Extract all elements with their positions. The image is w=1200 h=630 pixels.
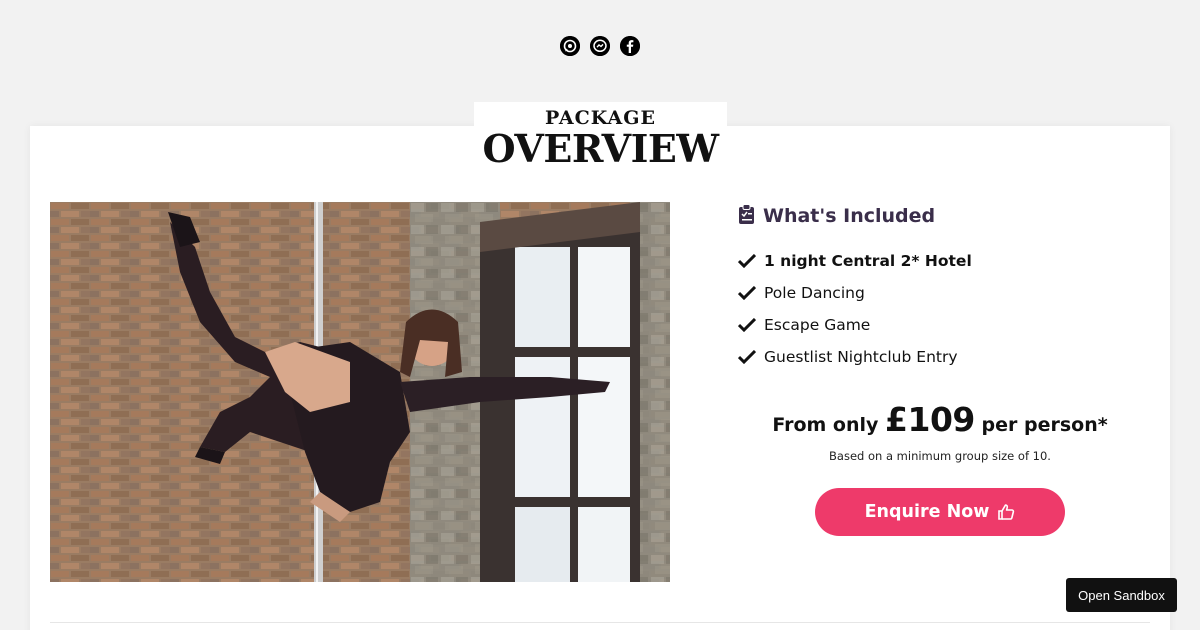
check-icon (738, 350, 756, 364)
check-icon (738, 286, 756, 300)
list-item-label: Guestlist Nightclub Entry (764, 348, 958, 366)
check-icon (738, 318, 756, 332)
enquire-now-button[interactable]: Enquire Now (815, 488, 1065, 536)
price-amount: £109 (885, 400, 975, 439)
package-photo (50, 202, 670, 582)
list-item: 1 night Central 2* Hotel (738, 245, 1138, 277)
price-note: Based on a minimum group size of 10. (829, 449, 1051, 463)
price-prefix: From only (772, 414, 879, 436)
list-item: Pole Dancing (738, 277, 1138, 309)
included-heading: What's Included (738, 203, 1138, 229)
price-line: From only £109 per person* (740, 400, 1140, 439)
included-list: 1 night Central 2* Hotel Pole Dancing Es… (738, 245, 1138, 373)
check-icon (738, 254, 756, 268)
list-item-label: Escape Game (764, 316, 871, 334)
social-share-bar (0, 36, 1200, 56)
included-heading-text: What's Included (763, 205, 936, 227)
price-suffix: per person* (981, 414, 1108, 436)
messenger-icon[interactable] (590, 36, 610, 56)
whatsapp-icon[interactable] (560, 36, 580, 56)
open-sandbox-button[interactable]: Open Sandbox (1066, 578, 1177, 612)
list-item-label: Pole Dancing (764, 284, 865, 302)
list-item-label: 1 night Central 2* Hotel (764, 252, 972, 270)
facebook-icon[interactable] (620, 36, 640, 56)
list-item: Escape Game (738, 309, 1138, 341)
section-title: PACKAGE OVERVIEW (474, 102, 727, 171)
pole-dancer-image (50, 202, 670, 582)
divider (50, 622, 1150, 623)
section-title-main: OVERVIEW (482, 126, 719, 171)
enquire-now-label: Enquire Now (864, 502, 990, 522)
thumbs-up-icon (998, 504, 1015, 520)
list-item: Guestlist Nightclub Entry (738, 341, 1138, 373)
clipboard-icon (738, 203, 755, 229)
whats-included: What's Included 1 night Central 2* Hotel… (738, 203, 1138, 373)
